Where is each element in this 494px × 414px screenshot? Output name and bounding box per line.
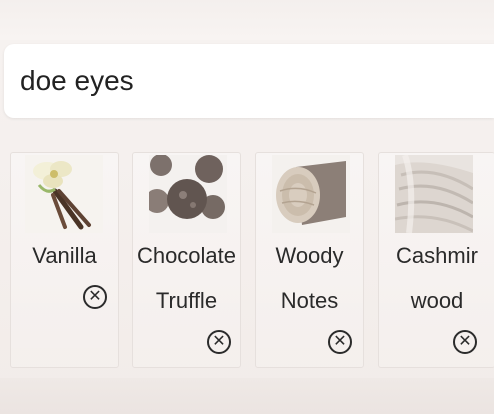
note-card-cashmere-wood[interactable]: Cashmir wood ✕ bbox=[378, 152, 494, 368]
close-circle-icon[interactable]: ✕ bbox=[207, 330, 231, 354]
vanilla-icon bbox=[25, 155, 103, 233]
chocolate-truffle-icon bbox=[149, 155, 227, 233]
close-circle-icon[interactable]: ✕ bbox=[328, 330, 352, 354]
note-label-line1: Woody bbox=[275, 243, 344, 268]
search-input[interactable] bbox=[20, 62, 480, 100]
close-circle-icon[interactable]: ✕ bbox=[83, 285, 107, 309]
bottom-shade bbox=[0, 378, 494, 414]
top-strip bbox=[0, 0, 494, 40]
note-card-vanilla[interactable]: Vanilla ✕ bbox=[10, 152, 119, 368]
note-card-chocolate-truffle[interactable]: Chocolate Truffle ✕ bbox=[132, 152, 241, 368]
note-label-line1: Chocolate bbox=[136, 243, 237, 268]
search-bar[interactable] bbox=[4, 44, 494, 118]
close-circle-icon[interactable]: ✕ bbox=[453, 330, 477, 354]
note-label-line2: wood bbox=[410, 288, 464, 313]
note-label-line1: Vanilla bbox=[32, 243, 97, 268]
note-card-woody-notes[interactable]: Woody Notes ✕ bbox=[255, 152, 364, 368]
cashmere-wood-icon bbox=[395, 155, 473, 233]
note-label-line2: Truffle bbox=[155, 288, 218, 313]
woody-notes-icon bbox=[272, 155, 350, 233]
note-label-line2: Notes bbox=[280, 288, 339, 313]
note-label-line1: Cashmir bbox=[396, 243, 478, 268]
